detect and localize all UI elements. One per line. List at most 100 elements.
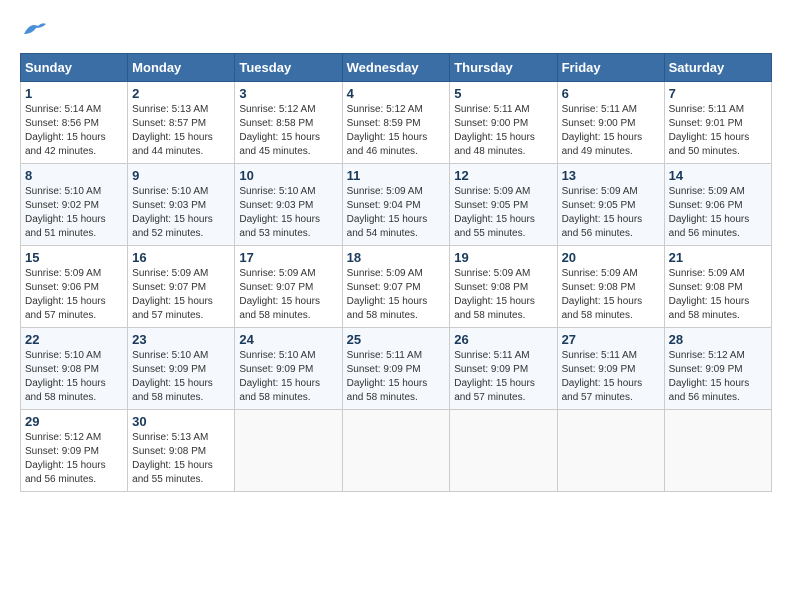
day-info: Sunrise: 5:12 AMSunset: 8:59 PMDaylight:… xyxy=(347,104,428,157)
day-number: 16 xyxy=(132,250,230,265)
calendar-cell: 24 Sunrise: 5:10 AMSunset: 9:09 PMDaylig… xyxy=(235,328,342,410)
day-info: Sunrise: 5:10 AMSunset: 9:08 PMDaylight:… xyxy=(25,350,106,403)
calendar-cell: 22 Sunrise: 5:10 AMSunset: 9:08 PMDaylig… xyxy=(21,328,128,410)
calendar-cell: 25 Sunrise: 5:11 AMSunset: 9:09 PMDaylig… xyxy=(342,328,450,410)
day-number: 26 xyxy=(454,332,552,347)
calendar-cell: 23 Sunrise: 5:10 AMSunset: 9:09 PMDaylig… xyxy=(128,328,235,410)
logo xyxy=(20,20,48,43)
calendar-cell: 4 Sunrise: 5:12 AMSunset: 8:59 PMDayligh… xyxy=(342,82,450,164)
calendar-cell: 29 Sunrise: 5:12 AMSunset: 9:09 PMDaylig… xyxy=(21,410,128,492)
calendar-cell xyxy=(342,410,450,492)
calendar-cell xyxy=(664,410,771,492)
day-number: 17 xyxy=(239,250,337,265)
day-number: 9 xyxy=(132,168,230,183)
day-info: Sunrise: 5:12 AMSunset: 8:58 PMDaylight:… xyxy=(239,104,320,157)
calendar-cell: 19 Sunrise: 5:09 AMSunset: 9:08 PMDaylig… xyxy=(450,246,557,328)
weekday-header-wednesday: Wednesday xyxy=(342,54,450,82)
day-info: Sunrise: 5:09 AMSunset: 9:08 PMDaylight:… xyxy=(454,268,535,321)
day-info: Sunrise: 5:13 AMSunset: 8:57 PMDaylight:… xyxy=(132,104,213,157)
calendar-table: SundayMondayTuesdayWednesdayThursdayFrid… xyxy=(20,53,772,492)
day-number: 15 xyxy=(25,250,123,265)
calendar-cell: 6 Sunrise: 5:11 AMSunset: 9:00 PMDayligh… xyxy=(557,82,664,164)
day-number: 3 xyxy=(239,86,337,101)
calendar-cell: 1 Sunrise: 5:14 AMSunset: 8:56 PMDayligh… xyxy=(21,82,128,164)
day-info: Sunrise: 5:11 AMSunset: 9:00 PMDaylight:… xyxy=(454,104,535,157)
weekday-header-friday: Friday xyxy=(557,54,664,82)
calendar-cell xyxy=(450,410,557,492)
day-info: Sunrise: 5:09 AMSunset: 9:06 PMDaylight:… xyxy=(25,268,106,321)
day-number: 6 xyxy=(562,86,660,101)
day-number: 18 xyxy=(347,250,446,265)
calendar-cell: 27 Sunrise: 5:11 AMSunset: 9:09 PMDaylig… xyxy=(557,328,664,410)
calendar-week-4: 22 Sunrise: 5:10 AMSunset: 9:08 PMDaylig… xyxy=(21,328,772,410)
day-number: 27 xyxy=(562,332,660,347)
logo-bird-icon xyxy=(22,20,48,43)
day-number: 14 xyxy=(669,168,767,183)
day-info: Sunrise: 5:09 AMSunset: 9:06 PMDaylight:… xyxy=(669,186,750,239)
day-info: Sunrise: 5:09 AMSunset: 9:04 PMDaylight:… xyxy=(347,186,428,239)
day-info: Sunrise: 5:11 AMSunset: 9:09 PMDaylight:… xyxy=(454,350,535,403)
day-info: Sunrise: 5:10 AMSunset: 9:03 PMDaylight:… xyxy=(239,186,320,239)
calendar-cell: 28 Sunrise: 5:12 AMSunset: 9:09 PMDaylig… xyxy=(664,328,771,410)
day-number: 25 xyxy=(347,332,446,347)
day-info: Sunrise: 5:11 AMSunset: 9:00 PMDaylight:… xyxy=(562,104,643,157)
day-info: Sunrise: 5:11 AMSunset: 9:01 PMDaylight:… xyxy=(669,104,750,157)
calendar-cell: 9 Sunrise: 5:10 AMSunset: 9:03 PMDayligh… xyxy=(128,164,235,246)
day-info: Sunrise: 5:09 AMSunset: 9:05 PMDaylight:… xyxy=(454,186,535,239)
day-number: 23 xyxy=(132,332,230,347)
day-info: Sunrise: 5:09 AMSunset: 9:05 PMDaylight:… xyxy=(562,186,643,239)
calendar-cell: 2 Sunrise: 5:13 AMSunset: 8:57 PMDayligh… xyxy=(128,82,235,164)
day-number: 11 xyxy=(347,168,446,183)
calendar-cell: 8 Sunrise: 5:10 AMSunset: 9:02 PMDayligh… xyxy=(21,164,128,246)
calendar-cell: 18 Sunrise: 5:09 AMSunset: 9:07 PMDaylig… xyxy=(342,246,450,328)
day-info: Sunrise: 5:12 AMSunset: 9:09 PMDaylight:… xyxy=(669,350,750,403)
day-number: 1 xyxy=(25,86,123,101)
page-header xyxy=(20,20,772,43)
calendar-cell: 10 Sunrise: 5:10 AMSunset: 9:03 PMDaylig… xyxy=(235,164,342,246)
day-info: Sunrise: 5:12 AMSunset: 9:09 PMDaylight:… xyxy=(25,432,106,485)
day-number: 4 xyxy=(347,86,446,101)
day-info: Sunrise: 5:09 AMSunset: 9:07 PMDaylight:… xyxy=(239,268,320,321)
calendar-cell: 11 Sunrise: 5:09 AMSunset: 9:04 PMDaylig… xyxy=(342,164,450,246)
day-info: Sunrise: 5:10 AMSunset: 9:02 PMDaylight:… xyxy=(25,186,106,239)
calendar-cell: 7 Sunrise: 5:11 AMSunset: 9:01 PMDayligh… xyxy=(664,82,771,164)
calendar-cell xyxy=(235,410,342,492)
day-number: 20 xyxy=(562,250,660,265)
calendar-cell: 15 Sunrise: 5:09 AMSunset: 9:06 PMDaylig… xyxy=(21,246,128,328)
day-number: 22 xyxy=(25,332,123,347)
weekday-header-tuesday: Tuesday xyxy=(235,54,342,82)
calendar-cell xyxy=(557,410,664,492)
day-info: Sunrise: 5:10 AMSunset: 9:09 PMDaylight:… xyxy=(132,350,213,403)
day-number: 28 xyxy=(669,332,767,347)
day-number: 2 xyxy=(132,86,230,101)
day-number: 7 xyxy=(669,86,767,101)
calendar-week-1: 1 Sunrise: 5:14 AMSunset: 8:56 PMDayligh… xyxy=(21,82,772,164)
day-info: Sunrise: 5:11 AMSunset: 9:09 PMDaylight:… xyxy=(562,350,643,403)
day-number: 8 xyxy=(25,168,123,183)
calendar-week-5: 29 Sunrise: 5:12 AMSunset: 9:09 PMDaylig… xyxy=(21,410,772,492)
calendar-week-3: 15 Sunrise: 5:09 AMSunset: 9:06 PMDaylig… xyxy=(21,246,772,328)
weekday-header-sunday: Sunday xyxy=(21,54,128,82)
calendar-cell: 12 Sunrise: 5:09 AMSunset: 9:05 PMDaylig… xyxy=(450,164,557,246)
day-number: 24 xyxy=(239,332,337,347)
weekday-header-thursday: Thursday xyxy=(450,54,557,82)
calendar-cell: 30 Sunrise: 5:13 AMSunset: 9:08 PMDaylig… xyxy=(128,410,235,492)
day-number: 13 xyxy=(562,168,660,183)
day-info: Sunrise: 5:13 AMSunset: 9:08 PMDaylight:… xyxy=(132,432,213,485)
weekday-header-monday: Monday xyxy=(128,54,235,82)
calendar-cell: 14 Sunrise: 5:09 AMSunset: 9:06 PMDaylig… xyxy=(664,164,771,246)
day-info: Sunrise: 5:09 AMSunset: 9:08 PMDaylight:… xyxy=(562,268,643,321)
weekday-header-saturday: Saturday xyxy=(664,54,771,82)
calendar-cell: 16 Sunrise: 5:09 AMSunset: 9:07 PMDaylig… xyxy=(128,246,235,328)
calendar-cell: 13 Sunrise: 5:09 AMSunset: 9:05 PMDaylig… xyxy=(557,164,664,246)
calendar-cell: 26 Sunrise: 5:11 AMSunset: 9:09 PMDaylig… xyxy=(450,328,557,410)
day-number: 5 xyxy=(454,86,552,101)
day-info: Sunrise: 5:09 AMSunset: 9:07 PMDaylight:… xyxy=(132,268,213,321)
calendar-cell: 17 Sunrise: 5:09 AMSunset: 9:07 PMDaylig… xyxy=(235,246,342,328)
calendar-cell: 3 Sunrise: 5:12 AMSunset: 8:58 PMDayligh… xyxy=(235,82,342,164)
day-number: 10 xyxy=(239,168,337,183)
day-info: Sunrise: 5:10 AMSunset: 9:03 PMDaylight:… xyxy=(132,186,213,239)
day-info: Sunrise: 5:10 AMSunset: 9:09 PMDaylight:… xyxy=(239,350,320,403)
day-number: 12 xyxy=(454,168,552,183)
day-info: Sunrise: 5:09 AMSunset: 9:07 PMDaylight:… xyxy=(347,268,428,321)
